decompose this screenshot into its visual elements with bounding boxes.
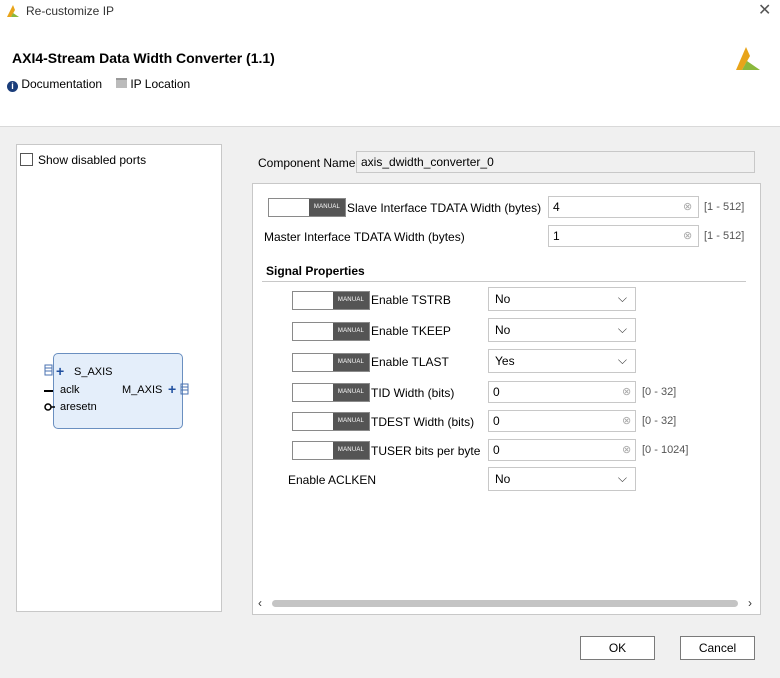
slave-tdata-range: [1 - 512] bbox=[704, 201, 745, 213]
chevron-down-icon: ⌵ bbox=[617, 291, 627, 305]
divider bbox=[262, 281, 746, 282]
signal-properties-heading: Signal Properties bbox=[266, 264, 365, 278]
tid-manual-toggle[interactable]: MANUAL bbox=[292, 383, 370, 402]
component-name-field[interactable]: axis_dwidth_converter_0 bbox=[356, 151, 755, 173]
aclk-port: aclk bbox=[60, 384, 80, 396]
bus-port-icon bbox=[180, 383, 189, 395]
scrollbar-thumb[interactable] bbox=[272, 600, 738, 607]
master-tdata-input[interactable]: 1 bbox=[548, 225, 699, 247]
window-title: Re-customize IP bbox=[26, 4, 115, 18]
aclken-label: Enable ACLKEN bbox=[288, 473, 377, 487]
expand-plus-icon[interactable]: + bbox=[168, 381, 176, 397]
info-icon: i bbox=[7, 81, 18, 92]
scroll-left-icon[interactable]: ‹ bbox=[258, 596, 262, 610]
aresetn-port: aresetn bbox=[60, 401, 97, 413]
close-icon[interactable]: ✕ bbox=[758, 0, 771, 20]
tdest-range: [0 - 32] bbox=[642, 415, 677, 427]
master-tdata-label: Master Interface TDATA Width (bytes) bbox=[264, 230, 465, 244]
tuser-input[interactable]: 0 bbox=[488, 439, 636, 461]
vivado-logo-icon bbox=[7, 5, 19, 17]
window-titlebar: Re-customize IP ✕ bbox=[0, 0, 780, 24]
slave-tdata-manual-toggle[interactable]: MANUAL bbox=[268, 198, 346, 217]
clear-icon[interactable]: ⊗ bbox=[683, 229, 692, 242]
slave-tdata-input[interactable]: 4 bbox=[548, 196, 699, 218]
tstrb-select[interactable]: No ⌵ bbox=[488, 287, 636, 311]
folder-icon bbox=[116, 78, 127, 88]
bus-port-icon bbox=[44, 364, 53, 376]
tdest-label: TDEST Width (bits) bbox=[371, 415, 475, 429]
ip-location-link[interactable]: IP Location bbox=[116, 77, 190, 91]
tkeep-manual-toggle[interactable]: MANUAL bbox=[292, 322, 370, 341]
tkeep-select[interactable]: No ⌵ bbox=[488, 318, 636, 342]
aclken-select[interactable]: No ⌵ bbox=[488, 467, 636, 491]
dialog-header: AXI4-Stream Data Width Converter (1.1) bbox=[0, 24, 780, 127]
horizontal-scrollbar[interactable]: ‹ › bbox=[256, 596, 759, 610]
vivado-brand-icon bbox=[736, 47, 760, 70]
tuser-range: [0 - 1024] bbox=[642, 444, 689, 456]
scroll-right-icon[interactable]: › bbox=[748, 596, 752, 610]
m-axis-port: M_AXIS bbox=[122, 384, 163, 396]
documentation-link[interactable]: i Documentation bbox=[7, 77, 102, 92]
aclk-pin bbox=[44, 390, 53, 392]
chevron-down-icon: ⌵ bbox=[617, 471, 627, 485]
ok-button[interactable]: OK bbox=[580, 636, 655, 660]
aresetn-pin-icon bbox=[44, 403, 55, 411]
tid-range: [0 - 32] bbox=[642, 386, 677, 398]
master-tdata-range: [1 - 512] bbox=[704, 230, 745, 242]
expand-plus-icon[interactable]: + bbox=[56, 363, 64, 379]
clear-icon[interactable]: ⊗ bbox=[683, 200, 692, 213]
tid-input[interactable]: 0 bbox=[488, 381, 636, 403]
s-axis-port: S_AXIS bbox=[74, 366, 113, 378]
tlast-select[interactable]: Yes ⌵ bbox=[488, 349, 636, 373]
clear-icon[interactable]: ⊗ bbox=[622, 385, 631, 398]
slave-tdata-label: Slave Interface TDATA Width (bytes) bbox=[347, 201, 542, 215]
show-disabled-ports-checkbox[interactable] bbox=[20, 153, 33, 166]
show-disabled-ports-label: Show disabled ports bbox=[38, 153, 147, 167]
chevron-down-icon: ⌵ bbox=[617, 322, 627, 336]
tlast-manual-toggle[interactable]: MANUAL bbox=[292, 353, 370, 372]
tstrb-label: Enable TSTRB bbox=[371, 293, 451, 307]
page-title: AXI4-Stream Data Width Converter (1.1) bbox=[12, 50, 275, 66]
tstrb-manual-toggle[interactable]: MANUAL bbox=[292, 291, 370, 310]
tid-label: TID Width (bits) bbox=[371, 386, 455, 400]
cancel-button[interactable]: Cancel bbox=[680, 636, 755, 660]
tuser-label: TUSER bits per byte bbox=[371, 444, 481, 458]
clear-icon[interactable]: ⊗ bbox=[622, 414, 631, 427]
clear-icon[interactable]: ⊗ bbox=[622, 443, 631, 456]
tlast-label: Enable TLAST bbox=[371, 355, 449, 369]
component-name-label: Component Name bbox=[258, 156, 356, 170]
tuser-manual-toggle[interactable]: MANUAL bbox=[292, 441, 370, 460]
chevron-down-icon: ⌵ bbox=[617, 353, 627, 367]
tkeep-label: Enable TKEEP bbox=[371, 324, 451, 338]
tdest-input[interactable]: 0 bbox=[488, 410, 636, 432]
tdest-manual-toggle[interactable]: MANUAL bbox=[292, 412, 370, 431]
